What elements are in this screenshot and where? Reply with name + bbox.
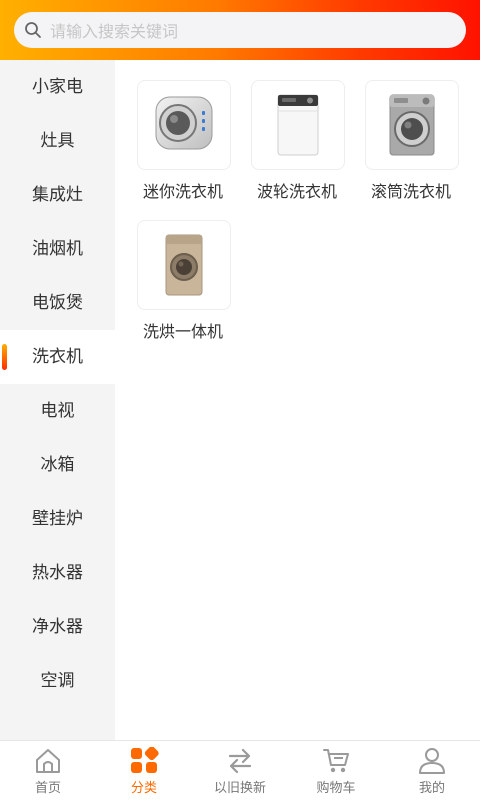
product-label: 滚筒洗衣机 — [370, 182, 451, 201]
product-thumb[interactable] — [251, 80, 345, 170]
product-card-mini-washer[interactable]: 迷你洗衣机 — [137, 80, 241, 210]
product-thumb[interactable] — [365, 80, 459, 170]
product-thumb[interactable] — [137, 80, 231, 170]
tab-label: 首页 — [34, 781, 61, 796]
sidebar-item-air-conditioner[interactable]: 空调 — [0, 654, 115, 708]
product-content: 迷你洗衣机 波轮洗衣机 滚筒洗衣机 洗烘一体机 — [115, 60, 480, 740]
sidebar-item-washing-machine[interactable]: 洗衣机 — [0, 330, 115, 384]
sidebar-item-tv[interactable]: 电视 — [0, 384, 115, 438]
tab-cart[interactable]: 购物车 — [288, 741, 384, 801]
search-bar[interactable] — [14, 12, 466, 50]
product-label: 迷你洗衣机 — [142, 182, 223, 201]
front-load-washer-icon — [389, 94, 435, 156]
tab-label: 分类 — [130, 781, 157, 796]
home-icon — [36, 749, 60, 773]
sidebar-item-water-purifier[interactable]: 净水器 — [0, 600, 115, 654]
tab-label: 以旧换新 — [213, 781, 266, 796]
tab-category[interactable]: 分类 — [96, 741, 192, 801]
search-input[interactable] — [48, 12, 452, 50]
product-thumb[interactable] — [137, 220, 231, 310]
bottom-tab-bar: 首页 分类 以旧换新 购物车 我的 — [0, 740, 480, 800]
sidebar-item-integrated-stove[interactable]: 集成灶 — [0, 168, 115, 222]
sidebar-item-range-hood[interactable]: 油烟机 — [0, 222, 115, 276]
sidebar-item-water-heater[interactable]: 热水器 — [0, 546, 115, 600]
sidebar-item-stoves[interactable]: 灶具 — [0, 114, 115, 168]
user-icon — [419, 748, 445, 774]
tab-label: 购物车 — [316, 781, 356, 796]
tab-trade-in[interactable]: 以旧换新 — [192, 741, 288, 801]
product-label: 波轮洗衣机 — [256, 182, 337, 201]
product-label: 洗烘一体机 — [142, 322, 223, 341]
category-sidebar: 小家电 灶具 集成灶 油烟机 电饭煲 洗衣机 电视 冰箱 壁挂炉 热水器 净水器… — [0, 60, 115, 740]
search-icon — [25, 22, 41, 38]
tab-profile[interactable]: 我的 — [384, 741, 480, 801]
washer-dryer-icon — [165, 234, 203, 296]
top-load-washer-icon — [277, 94, 319, 156]
header-bar — [0, 0, 480, 60]
mini-washer-icon — [155, 96, 213, 150]
sidebar-item-small-appliances[interactable]: 小家电 — [0, 60, 115, 114]
category-icon — [131, 747, 159, 773]
sidebar-item-refrigerator[interactable]: 冰箱 — [0, 438, 115, 492]
tab-home[interactable]: 首页 — [0, 741, 96, 801]
sidebar-item-rice-cooker[interactable]: 电饭煲 — [0, 276, 115, 330]
exchange-icon — [228, 748, 252, 774]
product-card-washer-dryer[interactable]: 洗烘一体机 — [137, 220, 241, 350]
cart-icon — [323, 749, 349, 773]
sidebar-item-wall-boiler[interactable]: 壁挂炉 — [0, 492, 115, 546]
product-card-top-load-washer[interactable]: 波轮洗衣机 — [251, 80, 355, 210]
tab-label: 我的 — [418, 781, 445, 796]
product-card-front-load-washer[interactable]: 滚筒洗衣机 — [365, 80, 469, 210]
